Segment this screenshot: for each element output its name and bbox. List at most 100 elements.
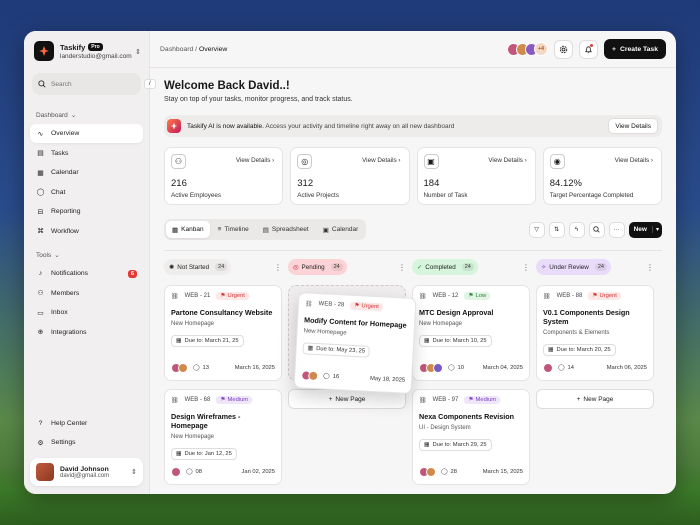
- task-subtitle: New Homepage: [171, 321, 215, 327]
- task-card[interactable]: ⛓ WEB - 21 ⚑ Urgent Partone Consultancy W…: [164, 285, 282, 381]
- stat-view-details-link[interactable]: View Details ›: [615, 157, 653, 164]
- more-vertical-icon[interactable]: ⋮: [522, 263, 530, 272]
- section-dashboard[interactable]: Dashboard ⌄: [30, 109, 143, 124]
- avatar: [171, 467, 181, 477]
- kanban-column-under-review: ✧ Under Review 24 ⋮ ⛓ WEB - 88 ⚑ Urgent V…: [536, 259, 654, 493]
- stat-label: Active Employees: [171, 192, 222, 199]
- lightning-icon: ϟ: [575, 226, 579, 233]
- task-subtitle: Components & Elements: [543, 330, 610, 336]
- sidebar-item-label: Tasks: [51, 149, 69, 157]
- search-box[interactable]: /: [32, 73, 156, 95]
- banner-view-details-button[interactable]: View Details: [608, 118, 658, 134]
- sidebar-item-workflow[interactable]: ⌘ Workflow: [30, 222, 143, 241]
- main-area: Dashboard / Overview +4 + Create Task Wel…: [150, 31, 676, 494]
- sidebar-item-label: Overview: [51, 130, 80, 137]
- calendar-icon: ▦: [424, 442, 430, 448]
- chevron-down-icon: ▾: [651, 226, 662, 233]
- ai-banner: Taskify AI is now available. Access your…: [164, 115, 662, 137]
- search-button[interactable]: [588, 221, 605, 238]
- settings-button[interactable]: [553, 39, 573, 59]
- task-card[interactable]: ⛓ WEB - 68 ⚑ Medium Design Wireframes - H…: [164, 389, 282, 485]
- notification-count-badge: 6: [127, 269, 137, 278]
- task-card-dragging[interactable]: ⛓ WEB - 28 ⚑ Urgent Modify Content for Ho…: [293, 291, 417, 395]
- content: Welcome Back David..! Stay on top of you…: [150, 68, 676, 494]
- tab-spreadsheet[interactable]: ▤ Spreadsheet: [257, 221, 315, 238]
- stat-view-details-link[interactable]: View Details ›: [362, 157, 400, 164]
- avatar: [543, 363, 553, 373]
- task-title: Nexa Components Revision: [419, 412, 515, 421]
- automation-button[interactable]: ϟ: [568, 221, 585, 238]
- stat-view-details-link[interactable]: View Details ›: [236, 157, 274, 164]
- sidebar-item-overview[interactable]: ∿ Overview: [30, 124, 143, 143]
- stat-label: Target Percentage Completed: [549, 192, 634, 199]
- team-avatars[interactable]: +4: [506, 42, 548, 56]
- more-horizontal-icon: ···: [613, 226, 620, 233]
- new-page-button[interactable]: + New Page: [536, 389, 654, 409]
- sidebar-item-tasks[interactable]: ▤ Tasks: [30, 144, 143, 163]
- taskify-logo-icon: [34, 41, 54, 61]
- column-count: 24: [330, 263, 343, 271]
- user-card[interactable]: David Johnson davidj@gmail.com ⇕: [30, 458, 143, 486]
- sidebar-item-inbox[interactable]: ▭ Inbox: [30, 303, 143, 322]
- task-card[interactable]: ⛓ WEB - 97 ⚑ Medium Nexa Components Revis…: [412, 389, 530, 485]
- task-date: Jan 02, 2025: [241, 469, 275, 475]
- banner-text: Taskify AI is now available. Access your…: [187, 122, 455, 130]
- sidebar-item-reporting[interactable]: ⊟ Reporting: [30, 202, 143, 221]
- filter-icon: ▽: [534, 227, 539, 233]
- column-status-pill: ✺ Not Started 24: [164, 259, 232, 275]
- task-id: WEB - 12: [432, 293, 459, 299]
- create-task-button[interactable]: + Create Task: [603, 39, 666, 59]
- link-icon: ⛓: [171, 293, 179, 300]
- avatar: [433, 363, 443, 373]
- brand-email: landerstudio@gmail.com: [60, 52, 132, 60]
- breadcrumb-root[interactable]: Dashboard: [160, 46, 193, 53]
- more-vertical-icon[interactable]: ⋮: [398, 263, 406, 272]
- flag-icon: ⚑: [220, 293, 226, 299]
- due-date: ▦ Due to: Jan 12, 25: [171, 448, 237, 460]
- sidebar-item-settings[interactable]: ⚙ Settings: [30, 433, 143, 452]
- bell-icon: ♪: [38, 270, 43, 277]
- tab-kanban[interactable]: ▦ Kanban: [166, 221, 210, 238]
- stat-view-details-link[interactable]: View Details ›: [488, 157, 526, 164]
- calendar-icon: ▦: [548, 347, 554, 353]
- sidebar-item-integrations[interactable]: ⊕ Integrations: [30, 323, 143, 342]
- tab-timeline[interactable]: ≡ Timeline: [212, 221, 255, 238]
- search-input[interactable]: [51, 80, 139, 88]
- more-vertical-icon[interactable]: ⋮: [646, 263, 654, 272]
- task-subtitle: New Homepage: [303, 328, 347, 337]
- task-subtitle: New Homepage: [419, 321, 463, 327]
- chat-icon: ◯: [558, 365, 565, 371]
- tab-calendar[interactable]: ▣ Calendar: [317, 221, 365, 238]
- priority-badge: ⚑ Medium: [216, 396, 253, 404]
- workspace-switcher[interactable]: Taskify Pro landerstudio@gmail.com ⇕: [30, 39, 143, 71]
- task-card[interactable]: ⛓ WEB - 12 ⚑ Low MTC Design Approval New …: [412, 285, 530, 381]
- more-button[interactable]: ···: [608, 221, 625, 238]
- sidebar-item-calendar[interactable]: ▦ Calendar: [30, 163, 143, 182]
- sidebar-item-chat[interactable]: ◯ Chat: [30, 183, 143, 202]
- plus-icon: +: [328, 395, 333, 403]
- breadcrumb-separator: /: [195, 45, 198, 53]
- task-card[interactable]: ⛓ WEB - 88 ⚑ Urgent V0.1 Components Desig…: [536, 285, 654, 381]
- sidebar-item-notifications[interactable]: ♪ Notifications 6: [30, 264, 143, 283]
- filter-button[interactable]: ▽: [528, 221, 545, 238]
- chat-icon: ◯: [448, 365, 455, 371]
- comments-count: ◯ 10: [448, 365, 464, 371]
- task-date: March 06, 2025: [606, 365, 647, 371]
- notifications-button[interactable]: [578, 39, 598, 59]
- tab-label: Timeline: [224, 226, 249, 233]
- notification-dot: [589, 43, 593, 47]
- stat-card: ◉ View Details › 84.12% Target Percentag…: [542, 147, 662, 205]
- more-vertical-icon[interactable]: ⋮: [274, 263, 282, 272]
- flag-icon: ⚑: [468, 293, 474, 299]
- app-window: TaskifyPro landerstudio@gmail.com ⇕ / Da…: [24, 31, 676, 494]
- task-id: WEB - 21: [184, 293, 211, 299]
- comments-count: ◯ 28: [441, 469, 457, 475]
- chevron-down-icon: ⌄: [70, 112, 77, 119]
- new-button[interactable]: New ▾: [628, 221, 662, 238]
- chat-icon: ◯: [193, 365, 200, 371]
- sidebar-item-help-center[interactable]: ? Help Center: [30, 414, 143, 433]
- sort-button[interactable]: ⇅: [548, 221, 565, 238]
- section-tools[interactable]: Tools ⌄: [30, 249, 143, 264]
- sidebar-item-members[interactable]: ⚇ Members: [30, 284, 143, 303]
- stat-value: 84.12%: [549, 178, 582, 189]
